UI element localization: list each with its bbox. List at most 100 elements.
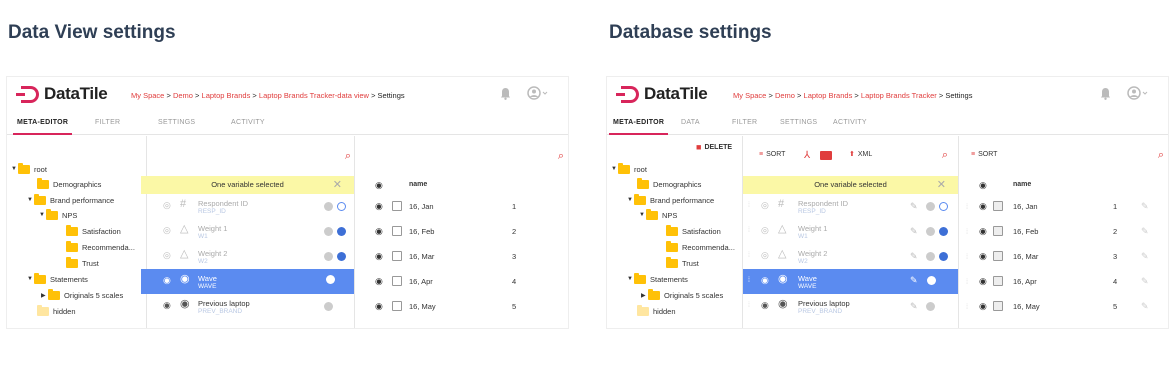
close-icon[interactable]: ✕ <box>333 176 342 194</box>
checkbox[interactable] <box>993 226 1003 236</box>
edit-icon[interactable]: ✎ <box>910 301 918 312</box>
variable-row[interactable]: ◉ ◉ Previous laptop PREV_BRAND <box>141 294 354 319</box>
drag-handle-icon[interactable]: ⁞ <box>748 251 750 261</box>
eye-icon[interactable]: ◉ <box>163 300 171 310</box>
checkbox[interactable] <box>392 201 402 211</box>
edit-icon[interactable]: ✎ <box>910 201 918 212</box>
tab-meta-editor[interactable]: META-EDITOR <box>608 119 669 135</box>
tree-item-originals[interactable]: ▶ Originals 5 scales <box>641 288 723 302</box>
eye-icon[interactable]: ◉ <box>375 180 383 191</box>
checkbox[interactable] <box>993 301 1003 311</box>
tree-item-nps[interactable]: ▼ NPS <box>639 208 677 222</box>
variable-row[interactable]: ◎ △ Weight 2 W2 <box>141 244 354 269</box>
tab-data[interactable]: DATA <box>681 119 700 126</box>
tree-item-brand[interactable]: ▼ Brand performance <box>27 193 114 207</box>
radio-icon[interactable] <box>337 202 346 211</box>
checkbox[interactable] <box>392 276 402 286</box>
tree-item-statements[interactable]: ▼ Statements <box>27 272 88 286</box>
tab-activity[interactable]: ACTIVITY <box>231 119 265 126</box>
eye-icon[interactable]: ◉ <box>979 301 987 312</box>
drag-handle-icon[interactable]: ⁞ <box>966 202 968 211</box>
tree-item-statements[interactable]: ▼ Statements <box>627 272 688 286</box>
value-row[interactable]: ⁞ ◉ 16, Feb 2 ✎ <box>959 219 1168 244</box>
eye-icon[interactable]: ◉ <box>375 251 383 262</box>
tab-settings[interactable]: SETTINGS <box>158 119 195 126</box>
tree-item-hidden[interactable]: hidden <box>37 304 76 318</box>
eye-icon[interactable]: ◉ <box>979 226 987 237</box>
variable-row-selected[interactable]: ⁞ ◉ ◉ Wave WAVE ✎ <box>743 269 958 294</box>
tree-item-root[interactable]: ▼ root <box>11 162 47 176</box>
edit-icon[interactable]: ✎ <box>1141 201 1149 212</box>
checkbox[interactable] <box>993 201 1003 211</box>
eye-icon[interactable]: ◉ <box>761 300 769 310</box>
tree-item-demographics[interactable]: Demographics <box>637 177 701 191</box>
variable-row[interactable]: ⁞ ◉ ◉ Previous laptop PREV_BRAND ✎ <box>743 294 958 319</box>
sort-button[interactable]: ≡ SORT <box>759 151 785 158</box>
variable-row[interactable]: ◎ △ Weight 1 W1 <box>141 219 354 244</box>
breadcrumb-link[interactable]: Demo <box>173 91 193 100</box>
eye-icon[interactable]: ◉ <box>375 226 383 237</box>
drag-handle-icon[interactable]: ⁞ <box>966 277 968 286</box>
checkbox[interactable] <box>993 276 1003 286</box>
close-icon[interactable]: ✕ <box>937 176 946 194</box>
edit-icon[interactable]: ✎ <box>910 226 918 237</box>
eye-off-icon[interactable]: ◎ <box>163 250 171 260</box>
eye-off-icon[interactable]: ◎ <box>761 200 769 210</box>
search-icon[interactable]: ⌕ <box>345 150 351 163</box>
tree-item-demographics[interactable]: Demographics <box>37 177 101 191</box>
tree-item-originals[interactable]: ▶ Originals 5 scales <box>41 288 123 302</box>
breadcrumb-link[interactable]: Laptop Brands <box>202 91 251 100</box>
drag-handle-icon[interactable]: ⁞ <box>966 302 968 311</box>
variable-row[interactable]: ⁞ ◎ # Respondent ID RESP_ID ✎ <box>743 194 958 219</box>
eye-icon[interactable]: ◉ <box>375 201 383 212</box>
eye-off-icon[interactable]: ◎ <box>761 225 769 235</box>
user-icon[interactable] <box>527 86 549 100</box>
tree-item-nps[interactable]: ▼ NPS <box>39 208 77 222</box>
tree-item-trust[interactable]: Trust <box>66 256 99 270</box>
tab-filter[interactable]: FILTER <box>732 119 757 126</box>
drag-handle-icon[interactable]: ⁞ <box>748 301 750 311</box>
user-icon[interactable] <box>1127 86 1149 100</box>
weight-badge-icon[interactable] <box>337 227 346 236</box>
tab-settings[interactable]: SETTINGS <box>780 119 817 126</box>
breadcrumb-link[interactable]: Laptop Brands Tracker <box>861 91 937 100</box>
value-row[interactable]: ⁞ ◉ 16, Jan 1 ✎ <box>959 194 1168 219</box>
tree-item-trust[interactable]: Trust <box>666 256 699 270</box>
radio-icon[interactable] <box>939 202 948 211</box>
bell-icon[interactable] <box>1100 87 1111 100</box>
edit-icon[interactable]: ✎ <box>910 251 918 262</box>
checkbox[interactable] <box>392 301 402 311</box>
edit-icon[interactable]: ✎ <box>1141 301 1149 312</box>
split-icon[interactable]: ⅄ <box>804 150 810 161</box>
breadcrumb-link[interactable]: Demo <box>775 91 795 100</box>
eye-off-icon[interactable]: ◎ <box>761 250 769 260</box>
value-row[interactable]: ◉ 16, Jan 1 <box>355 194 568 219</box>
value-row[interactable]: ⁞ ◉ 16, May 5 ✎ <box>959 294 1168 319</box>
value-row[interactable]: ⁞ ◉ 16, Apr 4 ✎ <box>959 269 1168 294</box>
edit-icon[interactable]: ✎ <box>910 275 918 286</box>
variable-row[interactable]: ⁞ ◎ △ Weight 1 W1 ✎ <box>743 219 958 244</box>
edit-icon[interactable]: ✎ <box>1141 251 1149 262</box>
search-icon[interactable]: ⌕ <box>1158 149 1164 162</box>
tree-item-brand[interactable]: ▼ Brand performance <box>627 193 714 207</box>
breadcrumb-link[interactable]: Laptop Brands Tracker-data view <box>259 91 369 100</box>
drag-handle-icon[interactable]: ⁞ <box>748 201 750 211</box>
value-row[interactable]: ◉ 16, May 5 <box>355 294 568 319</box>
logo[interactable]: DataTile <box>616 84 708 104</box>
variable-row[interactable]: ◎ # Respondent ID RESP_ID <box>141 194 354 219</box>
drag-handle-icon[interactable]: ⁞ <box>966 227 968 236</box>
breadcrumb-link[interactable]: Laptop Brands <box>804 91 853 100</box>
delete-button[interactable]: ■ DELETE <box>696 142 732 152</box>
variable-row-selected[interactable]: ◉ ◉ Wave WAVE <box>141 269 354 294</box>
weight-badge-icon[interactable] <box>939 227 948 236</box>
tab-activity[interactable]: ACTIVITY <box>833 119 867 126</box>
drag-handle-icon[interactable]: ⁞ <box>748 226 750 236</box>
logo[interactable]: DataTile <box>16 84 108 104</box>
eye-icon[interactable]: ◉ <box>761 275 769 285</box>
eye-icon[interactable]: ◉ <box>979 251 987 262</box>
breadcrumb-link[interactable]: My Space <box>131 91 164 100</box>
eye-icon[interactable]: ◉ <box>375 276 383 287</box>
checkbox[interactable] <box>993 251 1003 261</box>
drag-handle-icon[interactable]: ⁞ <box>966 252 968 261</box>
search-icon[interactable]: ⌕ <box>942 149 948 162</box>
